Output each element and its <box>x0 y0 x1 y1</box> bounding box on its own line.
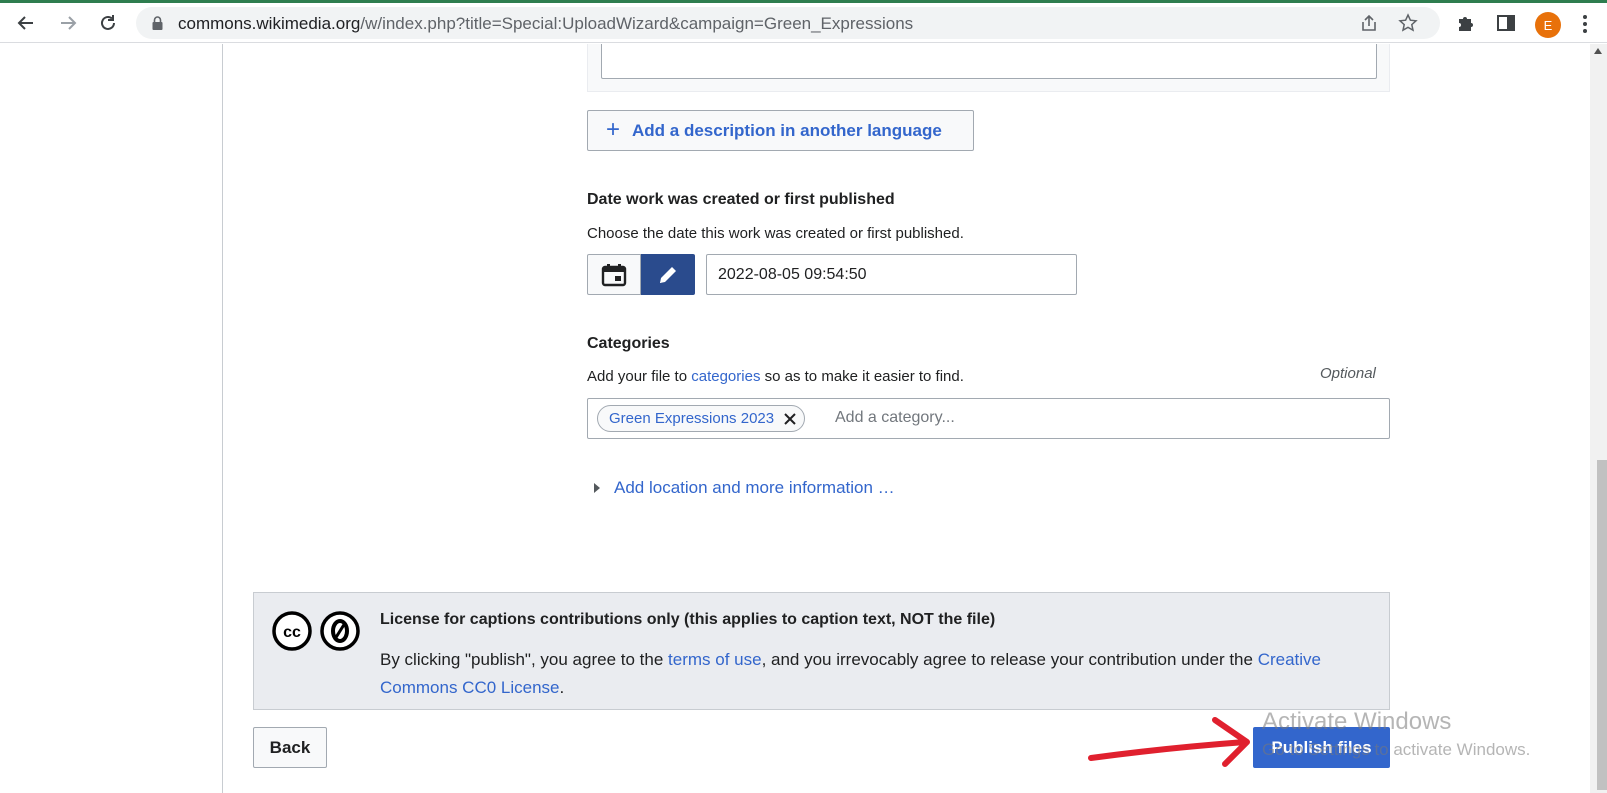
svg-text:cc: cc <box>283 624 301 641</box>
calendar-icon <box>601 263 627 286</box>
cc-zero-icon <box>320 611 360 651</box>
category-chip-label: Green Expressions 2023 <box>609 410 775 427</box>
text-edit-mode-button[interactable] <box>641 254 695 295</box>
license-text: By clicking "publish", you agree to the … <box>380 650 1322 697</box>
add-location-more-info-toggle[interactable]: Add location and more information … <box>594 478 895 498</box>
date-label: Date work was created or first published <box>587 191 895 208</box>
license-icons: cc <box>272 611 360 651</box>
license-title: License for captions contributions only … <box>380 611 996 628</box>
add-location-link[interactable]: Add location and more information … <box>614 478 895 498</box>
profile-avatar[interactable]: E <box>1535 12 1561 38</box>
scroll-up-arrow-icon[interactable] <box>1594 48 1602 54</box>
date-value: 2022-08-05 09:54:50 <box>718 265 867 283</box>
star-icon[interactable] <box>1397 12 1419 34</box>
back-button[interactable]: Back <box>253 727 327 768</box>
add-description-language-button[interactable]: + Add a description in another language <box>587 110 974 151</box>
content-left-border <box>222 44 223 793</box>
categories-link[interactable]: categories <box>691 368 760 385</box>
annotation-arrow-icon <box>1088 717 1250 767</box>
reload-icon[interactable] <box>94 9 122 37</box>
back-arrow-icon[interactable] <box>12 9 40 37</box>
category-placeholder: Add a category... <box>835 409 955 426</box>
share-icon[interactable] <box>1358 12 1380 34</box>
category-chip[interactable]: Green Expressions 2023 <box>597 405 806 432</box>
publish-files-button[interactable]: Publish files <box>1253 727 1390 768</box>
side-panel-icon[interactable] <box>1495 12 1517 34</box>
categories-label: Categories <box>587 335 670 352</box>
date-help-text: Choose the date this work was created or… <box>587 225 964 242</box>
forward-arrow-icon[interactable] <box>54 9 82 37</box>
extensions-icon[interactable] <box>1455 12 1477 34</box>
kebab-menu-icon[interactable] <box>1578 13 1592 35</box>
categories-help-text: Add your file to categories so as to mak… <box>587 368 964 385</box>
url-text: commons.wikimedia.org/w/index.php?title=… <box>178 14 914 33</box>
remove-chip-icon[interactable] <box>782 411 798 427</box>
category-input-field[interactable]: Green Expressions 2023 Add a category... <box>587 398 1390 439</box>
date-input[interactable]: 2022-08-05 09:54:50 <box>706 254 1077 295</box>
terms-of-use-link[interactable]: terms of use <box>668 650 762 669</box>
description-textarea[interactable] <box>601 44 1377 79</box>
optional-indicator: Optional <box>1320 365 1376 382</box>
lock-icon[interactable] <box>152 16 163 35</box>
browser-toolbar: commons.wikimedia.org/w/index.php?title=… <box>0 3 1607 43</box>
scrollbar-thumb[interactable] <box>1597 460 1607 790</box>
plus-icon: + <box>606 115 621 143</box>
caption-license-box: cc License for captions contributions on… <box>253 592 1390 710</box>
address-bar[interactable]: commons.wikimedia.org/w/index.php?title=… <box>136 7 1440 39</box>
add-description-language-label: Add a description in another language <box>632 120 942 140</box>
calendar-mode-button[interactable] <box>587 254 641 295</box>
cc-icon: cc <box>272 611 312 651</box>
expand-triangle-icon <box>594 483 600 493</box>
pencil-icon <box>660 266 676 283</box>
